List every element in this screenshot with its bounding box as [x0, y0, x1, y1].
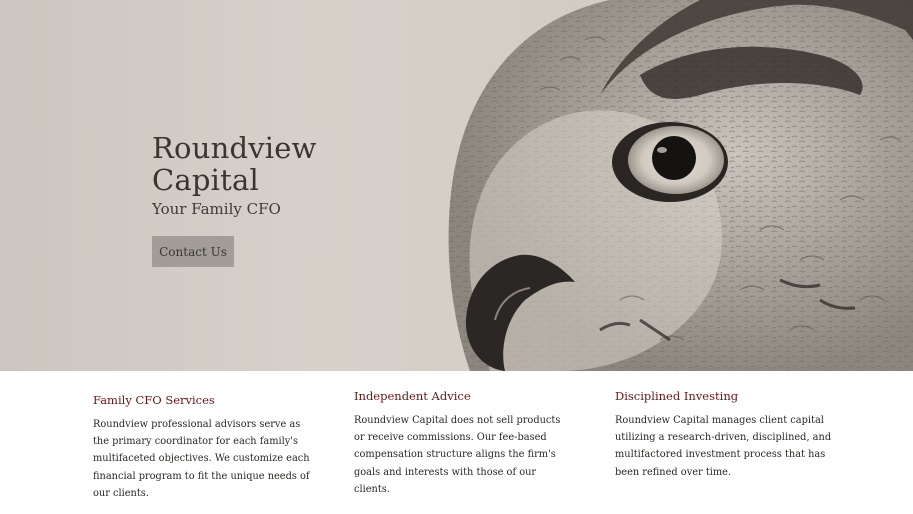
feature-title: Disciplined Investing	[615, 389, 739, 403]
owl-icon	[448, 0, 913, 371]
hero-text-block: Roundview Capital Your Family CFO Contac…	[152, 132, 362, 267]
feature-body: Roundview Capital manages client capital…	[615, 415, 832, 478]
hero-banner: Roundview Capital Your Family CFO Contac…	[0, 0, 913, 371]
feature-body: Roundview Capital does not sell products…	[354, 415, 561, 495]
page-title: Roundview Capital	[152, 131, 317, 197]
feature-independent-advice: Independent Advice Roundview Capital doe…	[354, 389, 572, 498]
feature-title: Family CFO Services	[93, 393, 215, 407]
contact-us-button[interactable]: Contact Us	[152, 236, 234, 267]
feature-family-cfo: Family CFO Services Roundview profession…	[93, 393, 311, 502]
feature-disciplined-investing: Disciplined Investing Roundview Capital …	[615, 389, 833, 481]
feature-title: Independent Advice	[354, 389, 471, 403]
tagline: Your Family CFO	[152, 200, 281, 218]
features-section: Family CFO Services Roundview profession…	[0, 371, 913, 514]
feature-body: Roundview professional advisors serve as…	[93, 419, 310, 499]
